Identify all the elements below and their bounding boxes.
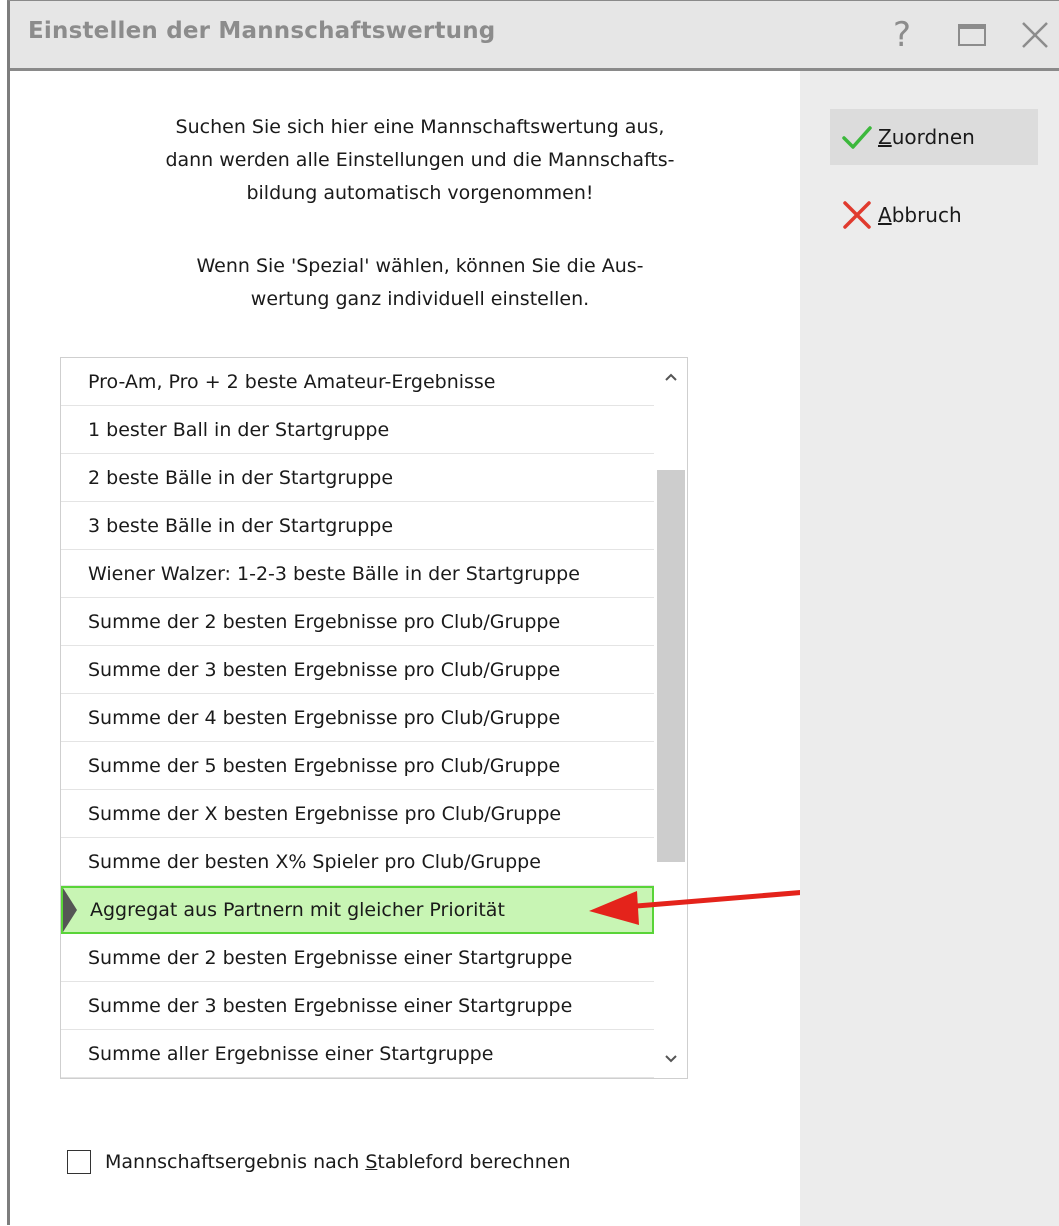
window-title: Einstellen der Mannschaftswertung (28, 18, 496, 44)
cancel-label: Abbruch (878, 203, 962, 227)
instructions-text: Suchen Sie sich hier eine Mannschaftswer… (60, 111, 780, 210)
hint-line: wertung ganz individuell einstellen. (250, 288, 590, 310)
list-item-label: 3 beste Bälle in der Startgruppe (88, 515, 394, 537)
list-item-label: Summe der 3 besten Ergebnisse einer Star… (88, 995, 573, 1017)
list-item[interactable]: 3 beste Bälle in der Startgruppe (61, 502, 654, 550)
assign-button[interactable]: Zuordnen (830, 109, 1038, 165)
close-x-icon (843, 201, 871, 229)
list-item[interactable]: Summe aller Ergebnisse einer Startgruppe (61, 1030, 654, 1078)
list-item-label: Summe der 5 besten Ergebnisse pro Club/G… (88, 755, 561, 777)
stableford-label: Mannschaftsergebnis nach Stableford bere… (105, 1151, 571, 1173)
hint-line: Wenn Sie 'Spezial' wählen, können Sie di… (196, 255, 644, 277)
close-button[interactable] (1013, 15, 1057, 55)
team-scoring-list[interactable]: Pro-Am, Pro + 2 beste Amateur-Ergebnisse… (60, 357, 688, 1079)
instructions-line: Suchen Sie sich hier eine Mannschaftswer… (175, 116, 665, 138)
list-item-label: 1 bester Ball in der Startgruppe (88, 419, 390, 441)
cancel-button[interactable]: Abbruch (830, 187, 1038, 243)
list-item[interactable]: 2 beste Bälle in der Startgruppe (61, 454, 654, 502)
maximize-icon (958, 24, 986, 46)
list-item-label: Summe der X besten Ergebnisse pro Club/G… (88, 803, 562, 825)
list-item-label: Summe der 2 besten Ergebnisse pro Club/G… (88, 611, 561, 633)
maximize-button[interactable] (950, 15, 994, 55)
list-item-label: Summe der 4 besten Ergebnisse pro Club/G… (88, 707, 561, 729)
checkmark-icon (842, 126, 872, 149)
instructions-line: dann werden alle Einstellungen und die M… (165, 149, 675, 171)
assign-label: Zuordnen (878, 125, 975, 149)
stableford-checkbox[interactable] (67, 1150, 91, 1174)
list-item-label: Wiener Walzer: 1-2-3 beste Bälle in der … (88, 563, 580, 585)
list-item-label: Aggregat aus Partnern mit gleicher Prior… (90, 899, 505, 921)
scroll-up-button[interactable] (654, 362, 687, 392)
list-item[interactable]: Wiener Walzer: 1-2-3 beste Bälle in der … (61, 550, 654, 598)
list-scrollbar[interactable] (654, 358, 687, 1078)
stableford-option[interactable]: Mannschaftsergebnis nach Stableford bere… (67, 1150, 570, 1174)
list-item[interactable]: Summe der 2 besten Ergebnisse pro Club/G… (61, 598, 654, 646)
scroll-thumb[interactable] (657, 470, 685, 862)
list-item-label: Summe der besten X% Spieler pro Club/Gru… (88, 851, 541, 873)
instructions-line: bildung automatisch vorgenommen! (246, 182, 594, 204)
list-item[interactable]: Summe der X besten Ergebnisse pro Club/G… (61, 790, 654, 838)
list-item[interactable]: Summe der 4 besten Ergebnisse pro Club/G… (61, 694, 654, 742)
help-button[interactable]: ? (880, 15, 924, 55)
list-item-label: 2 beste Bälle in der Startgruppe (88, 467, 394, 489)
list-item[interactable]: Summe der 3 besten Ergebnisse einer Star… (61, 982, 654, 1030)
list-item-label: Summe der 2 besten Ergebnisse einer Star… (88, 947, 573, 969)
chevron-down-icon (664, 1055, 677, 1063)
list-item[interactable]: Summe der 5 besten Ergebnisse pro Club/G… (61, 742, 654, 790)
close-icon (1022, 22, 1048, 48)
list-item[interactable]: Summe der 3 besten Ergebnisse pro Club/G… (61, 646, 654, 694)
list-item[interactable]: Summe der 2 besten Ergebnisse einer Star… (61, 934, 654, 982)
list-item-label: Pro-Am, Pro + 2 beste Amateur-Ergebnisse (88, 371, 496, 393)
list-item-label: Summe der 3 besten Ergebnisse pro Club/G… (88, 659, 561, 681)
list-item-selected[interactable]: Aggregat aus Partnern mit gleicher Prior… (61, 886, 654, 934)
list-item[interactable]: Pro-Am, Pro + 2 beste Amateur-Ergebnisse (61, 358, 654, 406)
dialog-window: Einstellen der Mannschaftswertung ? Such… (7, 0, 1059, 1226)
row-selector-icon (63, 888, 77, 932)
scroll-down-button[interactable] (654, 1044, 687, 1074)
help-icon: ? (892, 15, 912, 55)
special-hint-text: Wenn Sie 'Spezial' wählen, können Sie di… (60, 250, 780, 316)
action-panel: Zuordnen Abbruch (800, 71, 1059, 1226)
list-item-label: Summe aller Ergebnisse einer Startgruppe (88, 1043, 494, 1065)
list-item[interactable]: Summe der besten X% Spieler pro Club/Gru… (61, 838, 654, 886)
title-bar: Einstellen der Mannschaftswertung ? (10, 1, 1059, 71)
chevron-up-icon (664, 373, 677, 381)
list-item[interactable]: 1 bester Ball in der Startgruppe (61, 406, 654, 454)
